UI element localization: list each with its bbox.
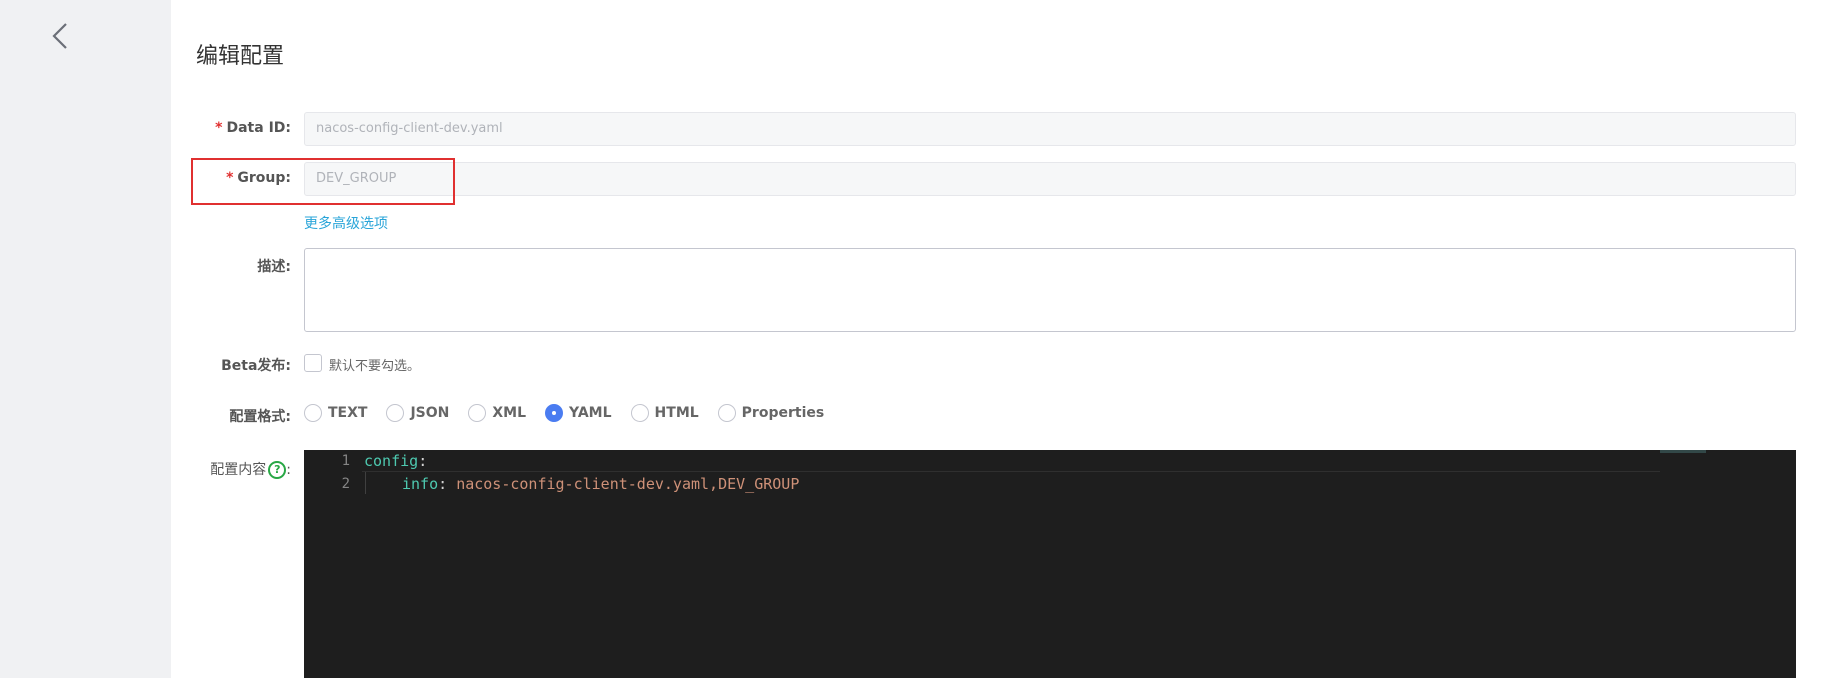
data-id-input[interactable]: nacos-config-client-dev.yaml — [304, 112, 1796, 146]
yaml-key: info — [402, 475, 439, 493]
back-arrow-icon[interactable] — [48, 20, 72, 52]
page-title: 编辑配置 — [196, 44, 285, 69]
beta-checkbox[interactable] — [304, 354, 322, 372]
yaml-separator: : — [438, 475, 457, 493]
format-label: 配置格式: — [229, 409, 291, 425]
minimap — [1660, 450, 1706, 453]
required-mark: * — [226, 170, 234, 186]
format-radio-xml[interactable]: XML — [468, 404, 526, 422]
line-number: 1 — [341, 453, 350, 469]
indent-guide — [365, 472, 366, 494]
content-label: 配置内容?: — [171, 459, 291, 479]
group-input[interactable]: DEV_GROUP — [304, 162, 1796, 196]
format-radio-text[interactable]: TEXT — [304, 404, 367, 422]
content-label-suffix: : — [286, 462, 291, 478]
code-editor[interactable]: 1 2 config: info: nacos-config-client-de… — [304, 450, 1796, 678]
format-radio-properties[interactable]: Properties — [717, 404, 825, 422]
line-gutter: 1 2 — [304, 450, 362, 678]
radio-label: Properties — [741, 405, 825, 421]
format-radio-json[interactable]: JSON — [386, 404, 449, 422]
beta-label: Beta发布: — [221, 358, 291, 374]
radio-label: YAML — [569, 405, 612, 421]
code-line: config: — [364, 452, 427, 470]
radio-circle-icon[interactable] — [386, 404, 405, 422]
line-number: 2 — [341, 476, 350, 492]
radio-circle-icon[interactable] — [717, 404, 736, 422]
sidebar — [0, 0, 171, 678]
beta-checkbox-text: 默认不要勾选。 — [329, 359, 421, 374]
content-label-text: 配置内容 — [210, 462, 267, 478]
radio-label: JSON — [410, 405, 450, 421]
radio-circle-icon[interactable] — [304, 404, 322, 422]
radio-label: TEXT — [328, 405, 368, 421]
group-label-text: Group: — [237, 170, 291, 186]
yaml-value: nacos-config-client-dev.yaml,DEV_GROUP — [456, 475, 800, 493]
group-label: * Group: — [171, 170, 291, 186]
description-textarea[interactable] — [304, 248, 1796, 332]
code-line: info: nacos-config-client-dev.yaml,DEV_G… — [402, 475, 799, 493]
format-radio-yaml[interactable]: YAML — [545, 404, 612, 422]
yaml-key: config — [364, 452, 419, 470]
format-radio-group: TEXT JSON XML YAML HTML Properties — [304, 404, 843, 422]
data-id-label-text: Data ID: — [226, 120, 291, 136]
radio-label: HTML — [654, 405, 699, 421]
edit-config-panel: 编辑配置 * Data ID: nacos-config-client-dev.y… — [171, 0, 1825, 678]
radio-circle-icon[interactable] — [545, 404, 564, 422]
yaml-separator: : — [418, 452, 428, 470]
active-line-highlight — [362, 452, 1660, 472]
help-icon[interactable]: ? — [268, 461, 287, 479]
data-id-label: * Data ID: — [171, 120, 291, 136]
description-label: 描述: — [257, 259, 291, 275]
radio-circle-icon[interactable] — [468, 404, 487, 422]
format-radio-html[interactable]: HTML — [630, 404, 699, 422]
advanced-options-link[interactable]: 更多高级选项 — [304, 213, 388, 233]
radio-label: XML — [492, 405, 527, 421]
radio-circle-icon[interactable] — [630, 404, 649, 422]
required-mark: * — [215, 120, 223, 136]
